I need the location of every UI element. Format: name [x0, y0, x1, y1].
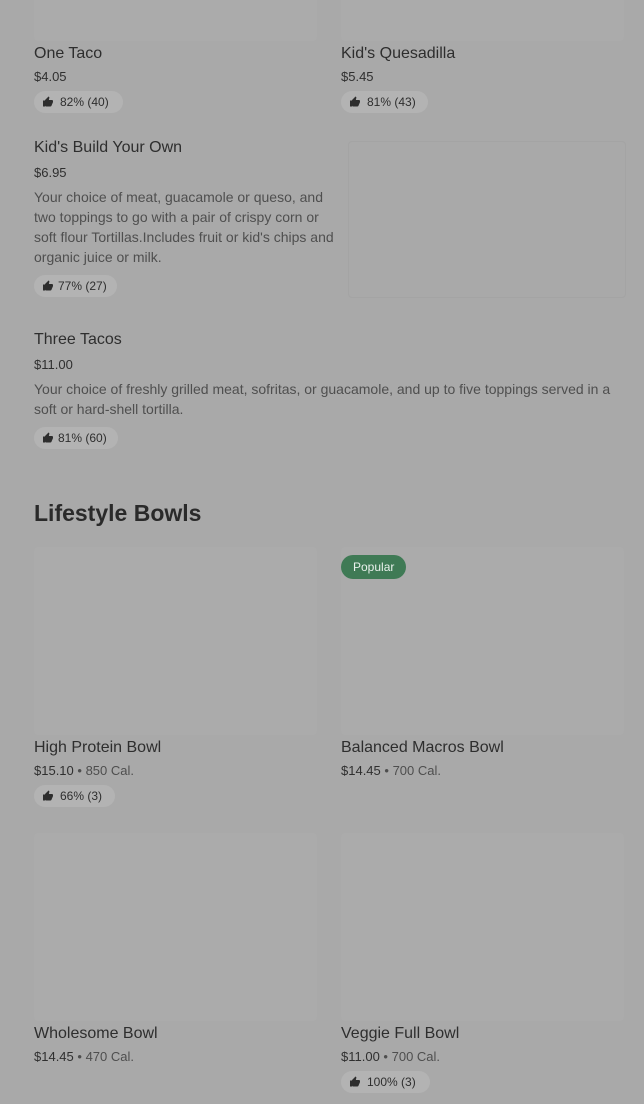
- price-value: $14.45: [34, 1049, 74, 1064]
- item-description: Your choice of freshly grilled meat, sof…: [34, 381, 611, 417]
- item-image[interactable]: [348, 141, 626, 298]
- rating-text: 66% (3): [60, 789, 103, 803]
- thumbs-up-icon: [43, 96, 53, 107]
- item-image[interactable]: [341, 833, 624, 1021]
- item-image[interactable]: [341, 0, 624, 41]
- item-image[interactable]: [34, 0, 317, 41]
- thumbs-up-icon: [350, 96, 360, 107]
- item-price: $15.10 • 850 Cal.: [34, 763, 134, 778]
- item-title[interactable]: Wholesome Bowl: [34, 1025, 158, 1043]
- rating-pill: 81% (43): [341, 91, 428, 113]
- popular-badge: Popular: [341, 555, 407, 579]
- item-title[interactable]: Balanced Macros Bowl: [341, 739, 504, 757]
- rating-pill: 81% (60): [34, 427, 118, 449]
- price-value: $15.10: [34, 763, 74, 778]
- calories: 850 Cal.: [85, 763, 134, 778]
- rating-pill: 82% (40): [34, 91, 123, 113]
- rating-pill: 77% (27): [34, 275, 117, 297]
- rating-text: 100% (3): [367, 1075, 416, 1089]
- item-price: $5.45: [341, 69, 374, 84]
- item-image[interactable]: [34, 547, 317, 735]
- separator: •: [384, 763, 389, 778]
- item-price: $11.00 • 700 Cal.: [341, 1049, 440, 1064]
- thumbs-up-icon: [43, 790, 53, 801]
- item-title[interactable]: One Taco: [34, 45, 102, 63]
- separator: •: [77, 763, 82, 778]
- rating-text: 81% (60): [58, 431, 107, 445]
- price-value: $11.00: [341, 1049, 380, 1064]
- rating-text: 82% (40): [60, 95, 109, 109]
- item-title[interactable]: Kid's Build Your Own: [34, 139, 182, 157]
- separator: •: [77, 1049, 82, 1064]
- thumbs-up-icon: [43, 432, 53, 443]
- calories: 470 Cal.: [85, 1049, 134, 1064]
- thumbs-up-icon: [43, 280, 53, 291]
- item-price: $14.45 • 700 Cal.: [341, 763, 441, 778]
- thumbs-up-icon: [350, 1076, 360, 1087]
- item-title[interactable]: High Protein Bowl: [34, 739, 161, 757]
- item-price: $14.45 • 470 Cal.: [34, 1049, 134, 1064]
- rating-text: 81% (43): [367, 95, 416, 109]
- rating-pill: 66% (3): [34, 785, 115, 807]
- item-title[interactable]: Kid's Quesadilla: [341, 45, 455, 63]
- item-title[interactable]: Veggie Full Bowl: [341, 1025, 459, 1043]
- rating-pill: 100% (3): [341, 1071, 430, 1093]
- separator: •: [383, 1049, 388, 1064]
- calories: 700 Cal.: [392, 763, 441, 778]
- rating-text: 77% (27): [58, 279, 107, 293]
- item-price: $11.00: [34, 357, 73, 372]
- item-title[interactable]: Three Tacos: [34, 331, 122, 349]
- calories: 700 Cal.: [391, 1049, 441, 1064]
- section-title: Lifestyle Bowls: [34, 500, 202, 526]
- price-value: $14.45: [341, 763, 381, 778]
- item-image[interactable]: [34, 833, 317, 1021]
- item-description: Your choice of meat, guacamole or queso,…: [34, 189, 334, 265]
- item-price: $6.95: [34, 165, 67, 180]
- item-price: $4.05: [34, 69, 67, 84]
